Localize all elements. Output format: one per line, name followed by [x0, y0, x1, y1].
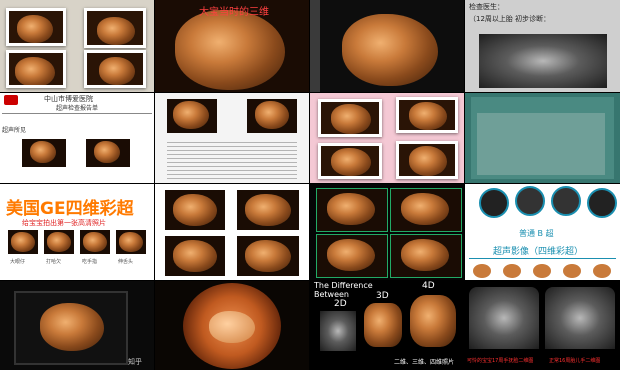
report-line: （12周以上胎 初步诊断：	[469, 15, 551, 23]
tile-round-4d	[155, 281, 309, 370]
diagram-label-basic: 普通 B 超	[519, 229, 554, 238]
label-3d: 3D	[376, 291, 389, 301]
scan-caption-right: 正常16周胎儿手二维图	[549, 358, 601, 364]
comparison-caption: 二维、三维、四维照片	[394, 359, 455, 366]
tile-hands-over-face	[0, 0, 154, 92]
section-label: 超声所见	[2, 127, 27, 134]
tile-ultrasound-diagram: 普通 B 超 超声影像（四维彩超）	[465, 184, 620, 280]
tile-2d-3d-4d-comparison: The Difference Between 2D 3D 4D 二维、三维、四维…	[310, 281, 464, 370]
tile-pink-photos	[310, 93, 464, 183]
tile-dark-monitors	[310, 184, 464, 280]
label-2d: 2D	[334, 299, 347, 309]
tile-big-sister-3d: 大宝当时的三维	[155, 0, 309, 92]
tile-machine-screen: 知乎	[0, 281, 154, 370]
tile-teal-screen	[465, 93, 620, 183]
diagram-label-4d: 超声影像（四维彩超）	[493, 247, 584, 257]
report-title: 超声检查报告单	[56, 105, 99, 112]
label-4d: 4D	[422, 281, 435, 291]
thumb-caption: 大眼仔	[10, 259, 26, 265]
tile-3d-monitor	[310, 0, 464, 92]
tile-ge-4d-banner: 美国GE四维彩超 给宝宝拍出第一张高清照片 大眼仔 打哈欠 吃手指 伸舌头	[0, 184, 154, 280]
thumb-caption: 伸舌头	[118, 259, 134, 265]
tile-2d-scans: 可怜的宝宝17周手抚脸二维图 正常16周胎儿手二维图	[465, 281, 620, 370]
scan-caption-left: 可怜的宝宝17周手抚脸二维图	[467, 358, 534, 364]
watermark: 知乎	[128, 358, 142, 366]
banner-title: 美国GE四维彩超	[6, 199, 134, 219]
report-line: 检查医生：	[469, 3, 504, 11]
tile-grey-report: 检查医生： （12周以上胎 初步诊断：	[465, 0, 620, 92]
tile-hospital-report: 中山市博爱医院 超声检查报告单 超声所见	[0, 93, 154, 183]
tile-four-faces	[155, 184, 309, 280]
tile-title: 大宝当时的三维	[199, 7, 269, 18]
thumb-caption: 打哈欠	[46, 259, 62, 265]
ultrasound-collage: 大宝当时的三维 检查医生： （12周以上胎 初步诊断： 中山市博爱医院 超声检查…	[0, 0, 620, 370]
thumb-caption: 吃手指	[82, 259, 98, 265]
banner-subtitle: 给宝宝拍出第一张高清照片	[22, 219, 106, 227]
tile-report-text	[155, 93, 309, 183]
